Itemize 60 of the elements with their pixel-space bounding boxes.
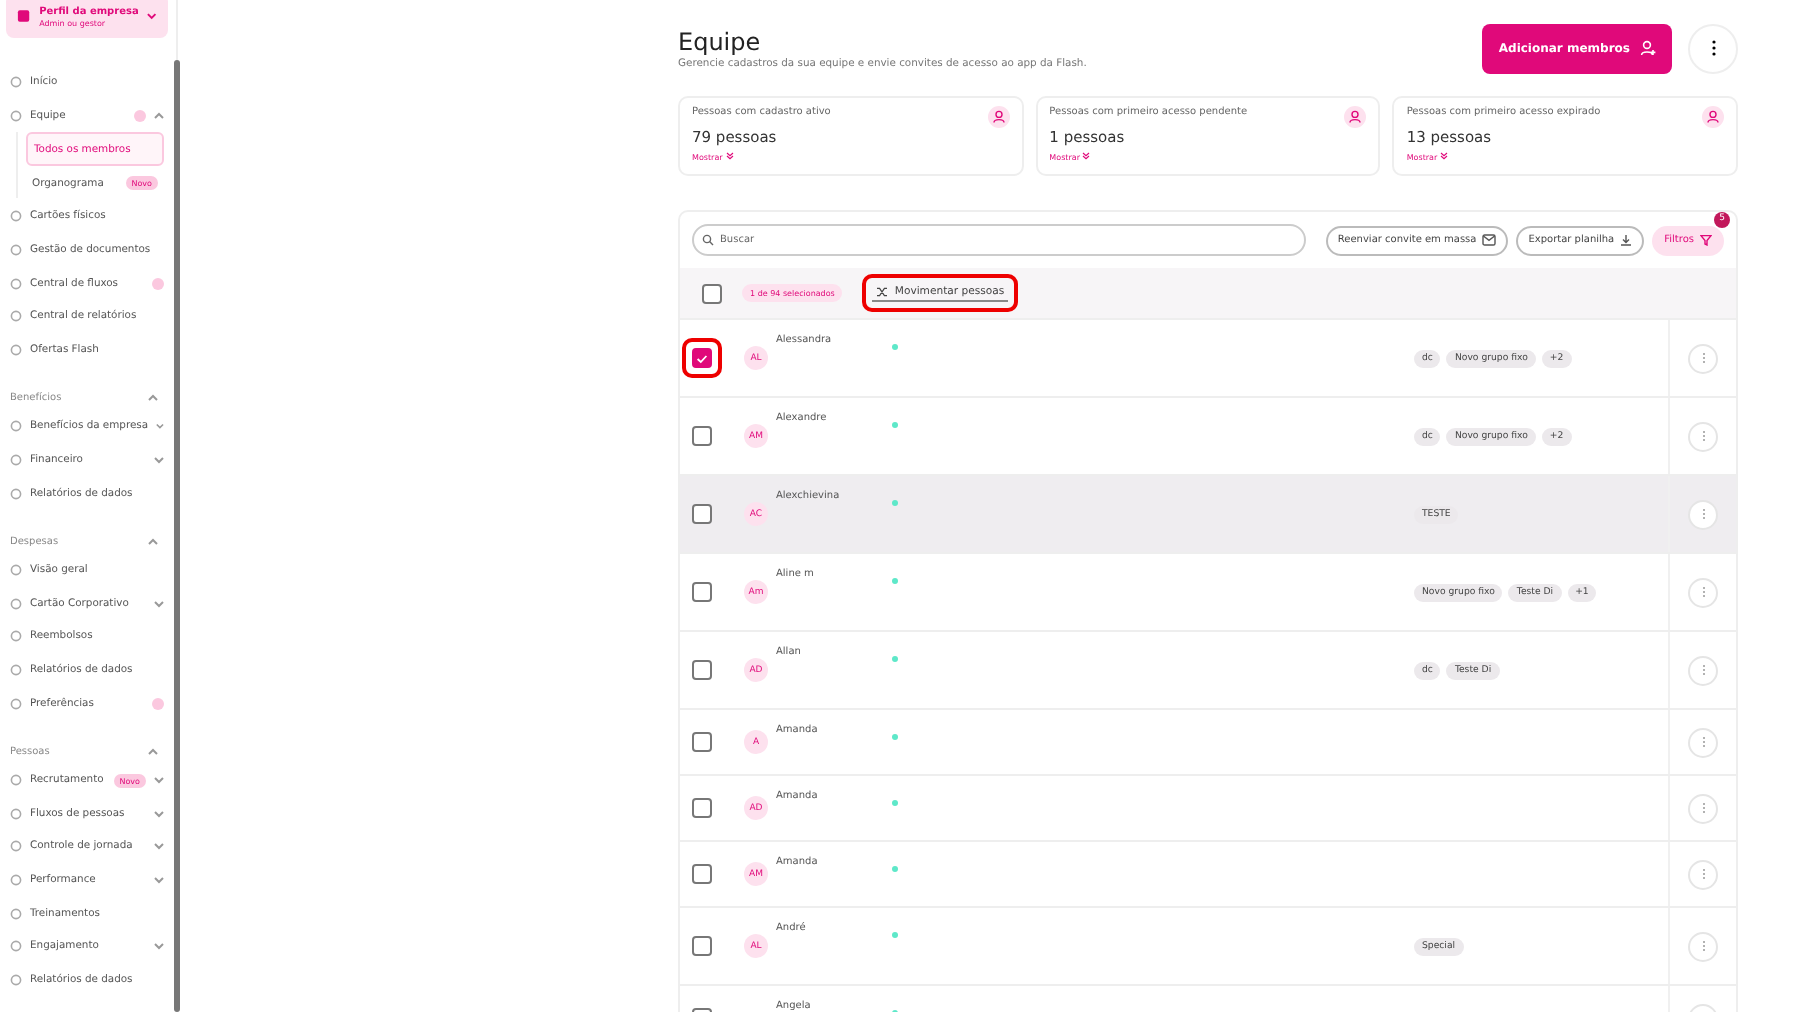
- chevrons-down-icon: [725, 152, 734, 160]
- chevrons-down-icon: [1082, 152, 1091, 160]
- nav-icon: [10, 454, 22, 467]
- status-dot: [892, 932, 898, 938]
- nav-icon: [10, 487, 22, 500]
- mail-icon: [1482, 234, 1497, 246]
- status-dot: [892, 734, 898, 740]
- nav-icon: [10, 630, 22, 643]
- nav-icon: [10, 664, 22, 677]
- nav-icon: [10, 109, 22, 122]
- row-checkbox[interactable]: [692, 426, 712, 446]
- row-checkbox[interactable]: [692, 582, 712, 602]
- download-icon: [1620, 234, 1633, 246]
- nav-icon: [10, 343, 22, 356]
- shuffle-icon: [876, 286, 889, 298]
- scrollbar[interactable]: [174, 60, 180, 1012]
- person-icon: [1344, 106, 1367, 128]
- row-checkbox[interactable]: [692, 798, 712, 818]
- nav-icon: [10, 420, 22, 433]
- nav-icon: [10, 310, 22, 323]
- nav-icon: [10, 244, 22, 257]
- status-dot: [892, 344, 898, 350]
- row-checkbox[interactable]: [692, 348, 712, 368]
- person-add-icon: [1640, 40, 1656, 56]
- status-dot: [892, 500, 898, 506]
- nav-icon: [10, 973, 22, 986]
- nav-icon: [10, 774, 22, 787]
- chevron-down-icon: [146, 12, 158, 20]
- nav-icon: [10, 277, 22, 290]
- nav-icon: [10, 873, 22, 886]
- status-dot: [892, 800, 898, 806]
- nav-icon: [10, 697, 22, 710]
- nav-icon: [10, 840, 22, 853]
- row-checkbox[interactable]: [692, 936, 712, 956]
- select-all-checkbox[interactable]: [702, 283, 722, 303]
- nav-icon: [10, 564, 22, 577]
- person-icon: [1702, 106, 1725, 128]
- row-checkbox[interactable]: [692, 732, 712, 752]
- status-dot: [892, 866, 898, 872]
- search-icon: [702, 234, 714, 246]
- status-dot: [892, 578, 898, 584]
- row-checkbox[interactable]: [692, 864, 712, 884]
- filter-icon: [1700, 234, 1712, 246]
- caret-icon[interactable]: [148, 394, 158, 403]
- check-icon: [696, 353, 708, 363]
- nav-icon: [10, 940, 22, 953]
- caret-icon[interactable]: [148, 537, 158, 546]
- chevrons-down-icon: [1439, 152, 1448, 160]
- nav-icon: [10, 907, 22, 920]
- nav-icon: [10, 597, 22, 610]
- nav-icon: [10, 76, 22, 89]
- nav-icon: [10, 210, 22, 223]
- caret-icon[interactable]: [148, 747, 158, 756]
- status-dot: [892, 656, 898, 662]
- nav-icon: [10, 807, 22, 820]
- row-checkbox[interactable]: [692, 660, 712, 680]
- person-icon: [987, 106, 1010, 128]
- page-title: Equipe: [678, 27, 763, 55]
- row-checkbox[interactable]: [692, 504, 712, 524]
- status-dot: [892, 422, 898, 428]
